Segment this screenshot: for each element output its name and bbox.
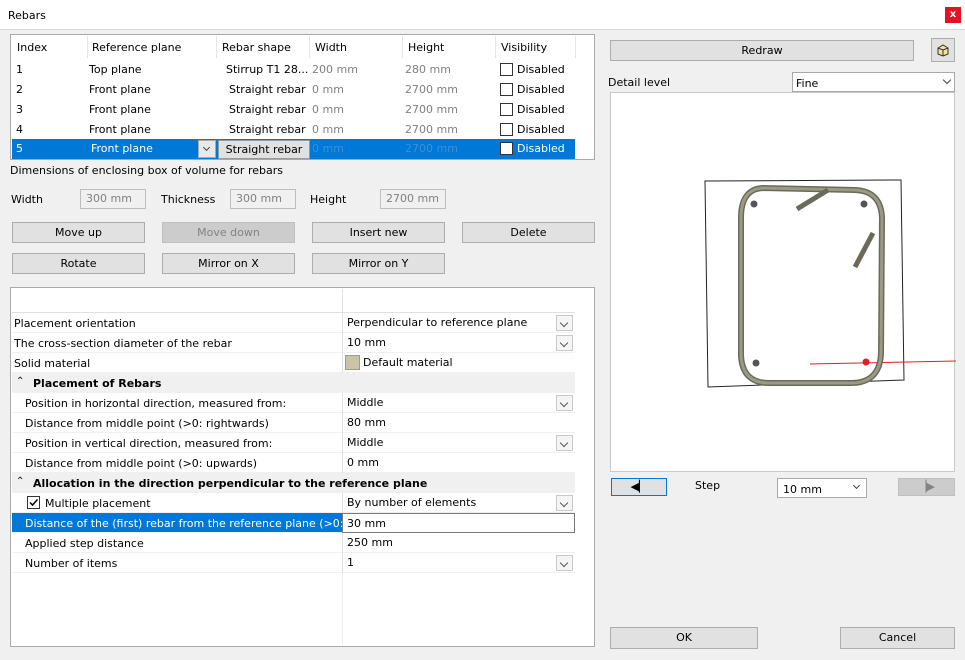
prop-step-distance[interactable]: Applied step distance 250 mm bbox=[12, 533, 575, 553]
rebar-point bbox=[750, 200, 758, 208]
stirrup-outline bbox=[739, 186, 884, 385]
delete-button[interactable]: Delete bbox=[462, 222, 595, 243]
reference-point bbox=[862, 358, 870, 366]
next-step-button[interactable]: ▕▶ bbox=[898, 478, 955, 496]
ok-button[interactable]: OK bbox=[610, 627, 758, 649]
previous-step-button[interactable]: ◀▏ bbox=[611, 478, 667, 496]
prop-horizontal-distance[interactable]: Distance from middle point (>0: rightwar… bbox=[12, 413, 575, 433]
prop-multiple-placement[interactable]: Multiple placement By number of elements bbox=[12, 493, 575, 513]
collapse-icon[interactable]: ⌃ bbox=[16, 376, 24, 387]
chevron-down-icon bbox=[852, 481, 861, 490]
rebar-shape-button[interactable]: Straight rebar bbox=[218, 140, 310, 159]
col-header-height[interactable]: Height bbox=[408, 41, 444, 54]
thickness-label: Thickness bbox=[161, 193, 216, 206]
col-header-width[interactable]: Width bbox=[315, 41, 347, 54]
material-swatch[interactable] bbox=[345, 355, 360, 370]
thickness-field[interactable]: 300 mm bbox=[230, 189, 296, 209]
stirrup-hook-side bbox=[852, 231, 876, 269]
multiple-placement-checkbox[interactable] bbox=[27, 496, 40, 509]
visibility-checkbox[interactable] bbox=[500, 123, 513, 136]
height-field[interactable]: 2700 mm bbox=[380, 189, 446, 209]
property-grid: Placement orientation Perpendicular to r… bbox=[10, 287, 595, 647]
col-header-rebar-shape[interactable]: Rebar shape bbox=[222, 41, 291, 54]
chevron-down-icon[interactable] bbox=[556, 435, 573, 451]
preview-canvas[interactable] bbox=[610, 92, 956, 472]
prop-first-rebar-distance[interactable]: Distance of the (first) rebar from the r… bbox=[12, 513, 575, 533]
col-header-reference-plane[interactable]: Reference plane bbox=[92, 41, 181, 54]
3d-view-button[interactable] bbox=[931, 38, 955, 62]
rotate-button[interactable]: Rotate bbox=[12, 253, 145, 274]
prop-cross-section-diameter[interactable]: The cross-section diameter of the rebar … bbox=[12, 333, 575, 353]
chevron-down-icon[interactable] bbox=[556, 315, 573, 331]
redraw-button[interactable]: Redraw bbox=[610, 40, 914, 61]
rebar-point bbox=[752, 359, 760, 367]
chevron-down-icon bbox=[942, 75, 952, 85]
detail-level-label: Detail level bbox=[608, 76, 671, 89]
visibility-checkbox[interactable] bbox=[500, 83, 513, 96]
table-row[interactable]: 2 Front plane Straight rebar 0 mm 2700 m… bbox=[12, 80, 575, 100]
first-distance-input[interactable]: 30 mm bbox=[342, 513, 575, 533]
rebar-cross-section-drawing bbox=[704, 179, 956, 388]
prop-number-of-items[interactable]: Number of items 1 bbox=[12, 553, 575, 573]
visibility-checkbox[interactable] bbox=[500, 63, 513, 76]
prop-horizontal-position[interactable]: Position in horizontal direction, measur… bbox=[12, 393, 575, 413]
chevron-down-icon[interactable] bbox=[556, 395, 573, 411]
table-row[interactable]: 3 Front plane Straight rebar 0 mm 2700 m… bbox=[12, 100, 575, 120]
dimensions-label: Dimensions of enclosing box of volume fo… bbox=[10, 164, 283, 177]
col-header-index[interactable]: Index bbox=[17, 41, 47, 54]
move-down-button[interactable]: Move down bbox=[162, 222, 295, 243]
prop-placement-orientation[interactable]: Placement orientation Perpendicular to r… bbox=[12, 313, 575, 333]
mirror-x-button[interactable]: Mirror on X bbox=[162, 253, 295, 274]
cancel-button[interactable]: Cancel bbox=[840, 627, 955, 649]
move-up-button[interactable]: Move up bbox=[12, 222, 145, 243]
chevron-down-icon[interactable] bbox=[556, 495, 573, 511]
cube-icon bbox=[937, 44, 949, 57]
stirrup-outline-dark bbox=[738, 184, 886, 386]
reference-plane-dropdown[interactable] bbox=[198, 140, 216, 158]
collapse-icon[interactable]: ⌃ bbox=[16, 476, 24, 487]
mirror-y-button[interactable]: Mirror on Y bbox=[312, 253, 445, 274]
width-field[interactable]: 300 mm bbox=[80, 189, 146, 209]
chevron-down-icon[interactable] bbox=[556, 335, 573, 351]
visibility-checkbox[interactable] bbox=[500, 142, 513, 155]
enclosing-box-outline bbox=[704, 179, 905, 388]
stirrup-hook-top bbox=[795, 187, 830, 212]
window-title: Rebars bbox=[8, 9, 46, 22]
check-icon bbox=[29, 498, 39, 507]
section-allocation[interactable]: ⌃ Allocation in the direction perpendicu… bbox=[12, 473, 575, 493]
width-label: Width bbox=[11, 193, 43, 206]
visibility-checkbox[interactable] bbox=[500, 103, 513, 116]
height-label: Height bbox=[310, 193, 347, 206]
table-row[interactable]: 1 Top plane Stirrup T1 28... 200 mm 280 … bbox=[12, 60, 575, 80]
rebar-table: Index Reference plane Rebar shape Width … bbox=[10, 34, 595, 160]
prop-vertical-distance[interactable]: Distance from middle point (>0: upwards)… bbox=[12, 453, 575, 473]
chevron-down-icon[interactable] bbox=[556, 555, 573, 571]
table-row[interactable]: 4 Front plane Straight rebar 0 mm 2700 m… bbox=[12, 120, 575, 140]
rebar-point bbox=[860, 200, 868, 208]
prop-vertical-position[interactable]: Position in vertical direction, measured… bbox=[12, 433, 575, 453]
close-button[interactable]: x bbox=[945, 7, 961, 23]
insert-new-button[interactable]: Insert new bbox=[312, 222, 445, 243]
title-bar bbox=[0, 0, 965, 30]
step-back-icon: ◀▏ bbox=[630, 480, 648, 493]
step-select[interactable]: 10 mm bbox=[777, 478, 867, 498]
detail-level-select[interactable]: Fine bbox=[792, 72, 955, 92]
step-label: Step bbox=[695, 479, 721, 492]
table-row-selected[interactable]: 5 Front plane Straight rebar 0 mm 2700 m… bbox=[12, 139, 575, 159]
prop-solid-material[interactable]: Solid material Default material bbox=[12, 353, 575, 373]
step-forward-icon: ▕▶ bbox=[918, 480, 935, 493]
col-header-visibility[interactable]: Visibility bbox=[501, 41, 547, 54]
chevron-down-icon bbox=[202, 143, 211, 152]
section-placement-of-rebars[interactable]: ⌃ Placement of Rebars bbox=[12, 373, 575, 393]
